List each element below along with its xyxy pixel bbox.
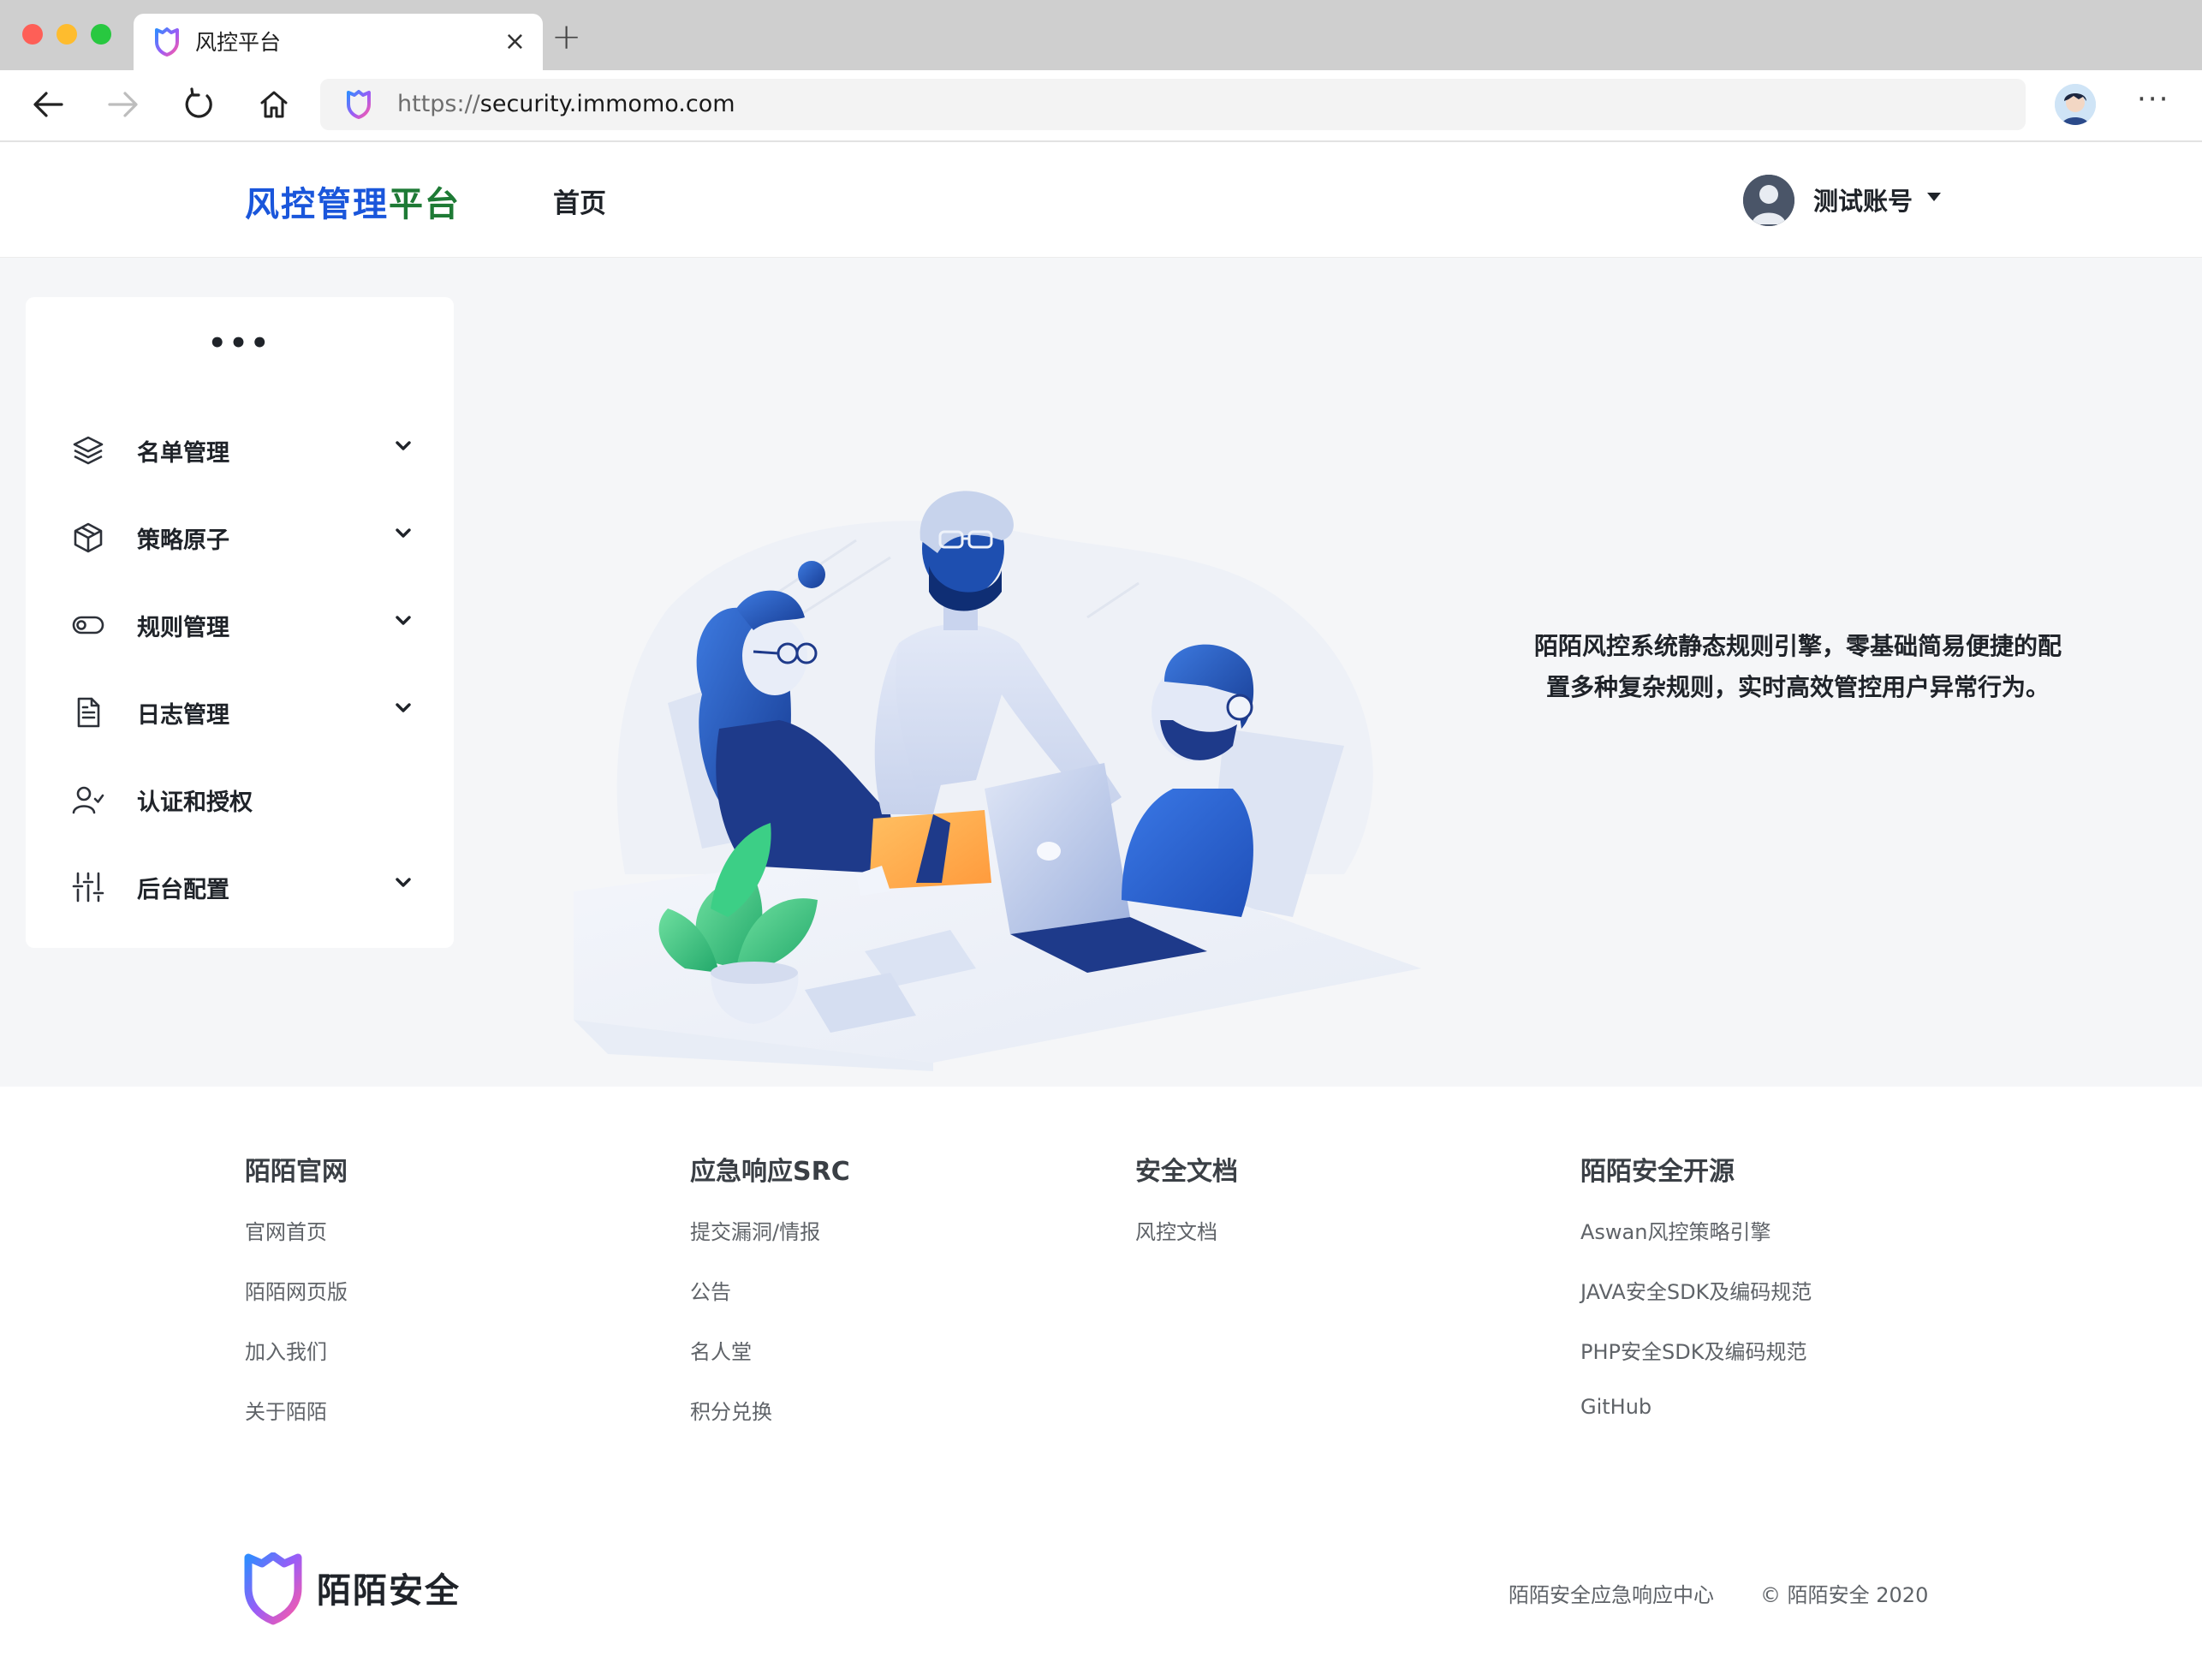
chevron-down-icon: [396, 703, 411, 713]
caret-down-icon[interactable]: [1926, 192, 1942, 202]
sidebar-item-log-management[interactable]: 日志管理: [26, 677, 454, 746]
browser-profile-avatar[interactable]: [2055, 84, 2096, 125]
footer-link[interactable]: 风控文档: [1135, 1215, 1217, 1245]
sidebar-item-auth[interactable]: 认证和授权: [26, 765, 454, 833]
sidebar-item-list-management[interactable]: 名单管理: [26, 415, 454, 484]
sidebar-item-label: 名单管理: [137, 440, 229, 467]
address-bar[interactable]: https://security.immomo.com: [320, 79, 2026, 130]
footer-link[interactable]: 陌陌网页版: [245, 1275, 348, 1305]
footer-link[interactable]: 名人堂: [690, 1335, 752, 1365]
sliders-icon: [72, 871, 104, 903]
brand-text-blue: 风控管理: [245, 185, 389, 224]
team-meeting-illustration: [574, 472, 1421, 1088]
tab-close-button[interactable]: ×: [504, 29, 526, 55]
browser-tab-active[interactable]: 风控平台 ×: [134, 14, 543, 70]
maximize-window-button[interactable]: [91, 24, 111, 45]
chevron-down-icon: [396, 528, 411, 539]
browser-more-button[interactable]: ···: [2137, 82, 2169, 116]
cube-icon: [72, 521, 104, 554]
close-window-button[interactable]: [22, 24, 43, 45]
tagline-line-2: 置多种复杂规则，实时高效管控用户异常行为。: [1545, 673, 2050, 701]
sidebar-item-label: 规则管理: [137, 615, 229, 641]
sidebar-item-label: 日志管理: [137, 702, 229, 729]
momo-security-shield-icon: [243, 1552, 303, 1626]
shield-favicon-icon: [154, 27, 180, 57]
chevron-down-icon: [396, 616, 411, 626]
back-arrow-icon[interactable]: [31, 89, 65, 120]
browser-toolbar: https://security.immomo.com ···: [0, 70, 2202, 142]
sidebar: ••• 名单管理 策略原子 规则管理 日志管理 认证和授权 后台配置: [26, 297, 454, 948]
main-content: ••• 名单管理 策略原子 规则管理 日志管理 认证和授权 后台配置 陌陌风控系…: [0, 258, 2202, 1087]
footer-column-title: 应急响应SRC: [690, 1157, 850, 1187]
tab-title: 风控平台: [195, 30, 282, 55]
footer-link[interactable]: 官网首页: [245, 1215, 327, 1245]
url-text: https://security.immomo.com: [397, 91, 735, 117]
footer-src-link[interactable]: 陌陌安全应急响应中心: [1509, 1578, 1714, 1608]
site-footer: 陌陌官网 官网首页 陌陌网页版 加入我们 关于陌陌 应急响应SRC 提交漏洞/情…: [0, 1087, 2202, 1680]
site-header: 风控管理平台 首页 测试账号: [0, 142, 2202, 258]
sidebar-collapse-button[interactable]: •••: [26, 326, 454, 360]
new-tab-button[interactable]: +: [551, 19, 581, 55]
reload-icon[interactable]: [182, 87, 216, 122]
footer-link[interactable]: PHP安全SDK及编码规范: [1580, 1335, 1806, 1365]
footer-link[interactable]: 公告: [690, 1275, 731, 1305]
sidebar-item-strategy-atoms[interactable]: 策略原子: [26, 503, 454, 571]
footer-link[interactable]: JAVA安全SDK及编码规范: [1580, 1275, 1812, 1305]
url-host: security.immomo.com: [479, 91, 735, 117]
brand-logo-text[interactable]: 风控管理平台: [245, 176, 461, 226]
user-check-icon: [72, 783, 104, 816]
footer-column-title: 陌陌安全开源: [1580, 1157, 1735, 1187]
forward-arrow-icon[interactable]: [106, 89, 140, 120]
footer-column-title: 陌陌官网: [245, 1157, 348, 1187]
sidebar-item-label: 认证和授权: [137, 789, 253, 816]
footer-logo-text: 陌陌安全: [317, 1571, 461, 1611]
nav-home-link[interactable]: 首页: [553, 182, 606, 220]
user-name[interactable]: 测试账号: [1813, 182, 1913, 217]
chevron-down-icon: [396, 441, 411, 451]
shield-site-icon: [346, 90, 372, 119]
toggle-icon: [72, 609, 104, 641]
minimize-window-button[interactable]: [57, 24, 77, 45]
chevron-down-icon: [396, 878, 411, 888]
sidebar-item-rule-management[interactable]: 规则管理: [26, 590, 454, 658]
browser-tab-strip: 风控平台 × +: [0, 0, 2202, 70]
tagline-line-1: 陌陌风控系统静态规则引擎，零基础简易便捷的配: [1533, 632, 2062, 660]
footer-link[interactable]: 加入我们: [245, 1335, 327, 1365]
footer-column-title: 安全文档: [1135, 1157, 1238, 1187]
footer-link[interactable]: 提交漏洞/情报: [690, 1215, 820, 1245]
document-icon: [72, 696, 104, 729]
user-avatar-icon[interactable]: [1743, 175, 1794, 226]
sidebar-item-backend-config[interactable]: 后台配置: [26, 852, 454, 920]
footer-link[interactable]: 关于陌陌: [245, 1395, 327, 1425]
footer-link[interactable]: GitHub: [1580, 1395, 1652, 1419]
sidebar-item-label: 后台配置: [137, 877, 229, 903]
tagline-text: 陌陌风控系统静态规则引擎，零基础简易便捷的配 置多种复杂规则，实时高效管控用户异…: [1507, 626, 2089, 708]
footer-copyright: © 陌陌安全 2020: [1760, 1583, 1929, 1607]
sidebar-item-label: 策略原子: [137, 527, 229, 554]
brand-text-green: 平台: [389, 185, 461, 224]
footer-link[interactable]: Aswan风控策略引擎: [1580, 1215, 1771, 1245]
url-protocol: https://: [397, 91, 480, 117]
footer-link[interactable]: 积分兑换: [690, 1395, 772, 1425]
home-icon[interactable]: [257, 87, 291, 122]
layers-icon: [72, 434, 104, 467]
